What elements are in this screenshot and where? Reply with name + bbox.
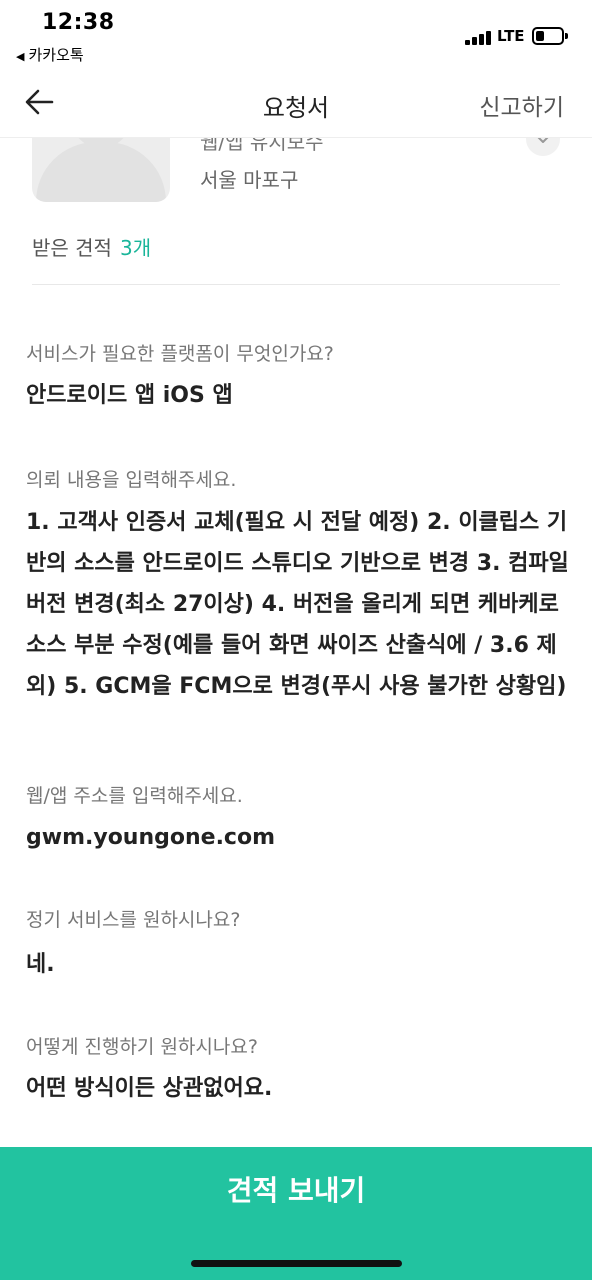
quotes-count: 3개 bbox=[119, 236, 152, 260]
signal-icon bbox=[465, 30, 493, 45]
question-process: 어떻게 진행하기 원하시나요? bbox=[26, 1036, 258, 1058]
service-category: 웹/앱 유지보수 bbox=[200, 138, 324, 154]
app-header: 요청서 신고하기 bbox=[0, 70, 592, 138]
answer-process: 어떤 방식이든 상관없어요. bbox=[26, 1076, 273, 1101]
status-bar: 12:38 ◀ 카카오톡 LTE bbox=[0, 0, 592, 70]
request-summary: 웹/앱 유지보수 서울 마포구 받은 견적 3개 bbox=[0, 138, 592, 288]
question-request-details: 의뢰 내용을 입력해주세요. bbox=[26, 469, 237, 491]
avatar bbox=[32, 138, 170, 202]
region-text: 서울 마포구 bbox=[200, 168, 299, 192]
back-app-label: 카카오톡 bbox=[28, 46, 84, 64]
quotes-label: 받은 견적 bbox=[32, 236, 112, 260]
expand-button[interactable] bbox=[526, 138, 560, 156]
answer-regular-service: 네. bbox=[26, 952, 55, 977]
question-regular-service: 정기 서비스를 원하시나요? bbox=[26, 909, 241, 931]
back-to-app-button[interactable]: ◀ 카카오톡 bbox=[16, 44, 84, 65]
network-label: LTE bbox=[497, 27, 525, 45]
answer-request-details: 1. 고객사 인증서 교체(필요 시 전달 예정) 2. 이클립스 기반의 소스… bbox=[26, 510, 569, 699]
answer-platform: 안드로이드 앱 iOS 앱 bbox=[26, 383, 233, 408]
home-indicator bbox=[191, 1260, 402, 1267]
divider bbox=[32, 284, 560, 285]
status-time: 12:38 bbox=[42, 10, 115, 35]
chevron-down-icon bbox=[537, 138, 549, 143]
battery-icon bbox=[532, 27, 568, 45]
send-quote-label: 견적 보내기 bbox=[226, 1174, 366, 1207]
answer-web-address: gwm.youngone.com bbox=[26, 825, 276, 850]
received-quotes: 받은 견적 3개 bbox=[32, 232, 151, 261]
back-triangle-icon: ◀ bbox=[16, 50, 25, 63]
question-web-address: 웹/앱 주소를 입력해주세요. bbox=[26, 785, 243, 807]
question-platform: 서비스가 필요한 플랫폼이 무엇인가요? bbox=[26, 343, 334, 365]
report-button[interactable]: 신고하기 bbox=[479, 88, 564, 122]
